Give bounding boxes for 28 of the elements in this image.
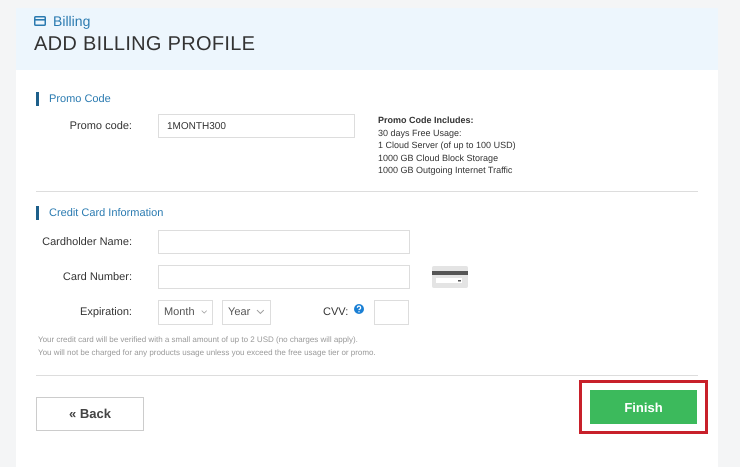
section-heading: Credit Card Information [36, 206, 698, 220]
includes-line: 1 Cloud Server (of up to 100 USD) [378, 139, 516, 152]
includes-title: Promo Code Includes: [378, 114, 475, 126]
includes-line: 1000 GB Outgoing Internet Traffic [378, 164, 514, 176]
field-label: Card Number: [62, 270, 132, 285]
breadcrumb[interactable]: Billing [53, 13, 90, 29]
field-label: Promo code: [68, 119, 132, 134]
help-icon[interactable] [354, 304, 364, 314]
back-button[interactable]: « Back [36, 396, 144, 430]
cvv-field[interactable] [374, 300, 410, 324]
month-dropdown[interactable]: Month [158, 300, 213, 324]
field-label: CVV: [323, 306, 348, 318]
card-number-field[interactable] [158, 265, 410, 289]
card-back-icon [432, 266, 468, 288]
page-title: ADD BILLING PROFILE [34, 33, 256, 56]
section-heading: Promo Code [36, 92, 698, 106]
field-label: Cardholder Name: [41, 235, 132, 250]
note-text: You will not be charged for any products usage unless you exceed the free usage tier or promo. [38, 346, 377, 358]
chevron-down-icon [200, 309, 207, 315]
note-text: Your credit card will be verified with a small amount of up to 2 USD (no charges will apply). [38, 334, 359, 346]
promo-code-field[interactable]: 1MONTH300 [158, 114, 355, 138]
credit-card-icon [34, 16, 46, 26]
includes-line: 30 days Free Usage: [378, 126, 463, 139]
cardholder-name-field[interactable] [158, 230, 410, 254]
year-dropdown[interactable]: Year [222, 300, 271, 324]
field-label: Expiration: [79, 305, 132, 320]
chevron-down-icon [256, 309, 265, 315]
includes-line: 1000 GB Cloud Block Storage [378, 152, 500, 164]
